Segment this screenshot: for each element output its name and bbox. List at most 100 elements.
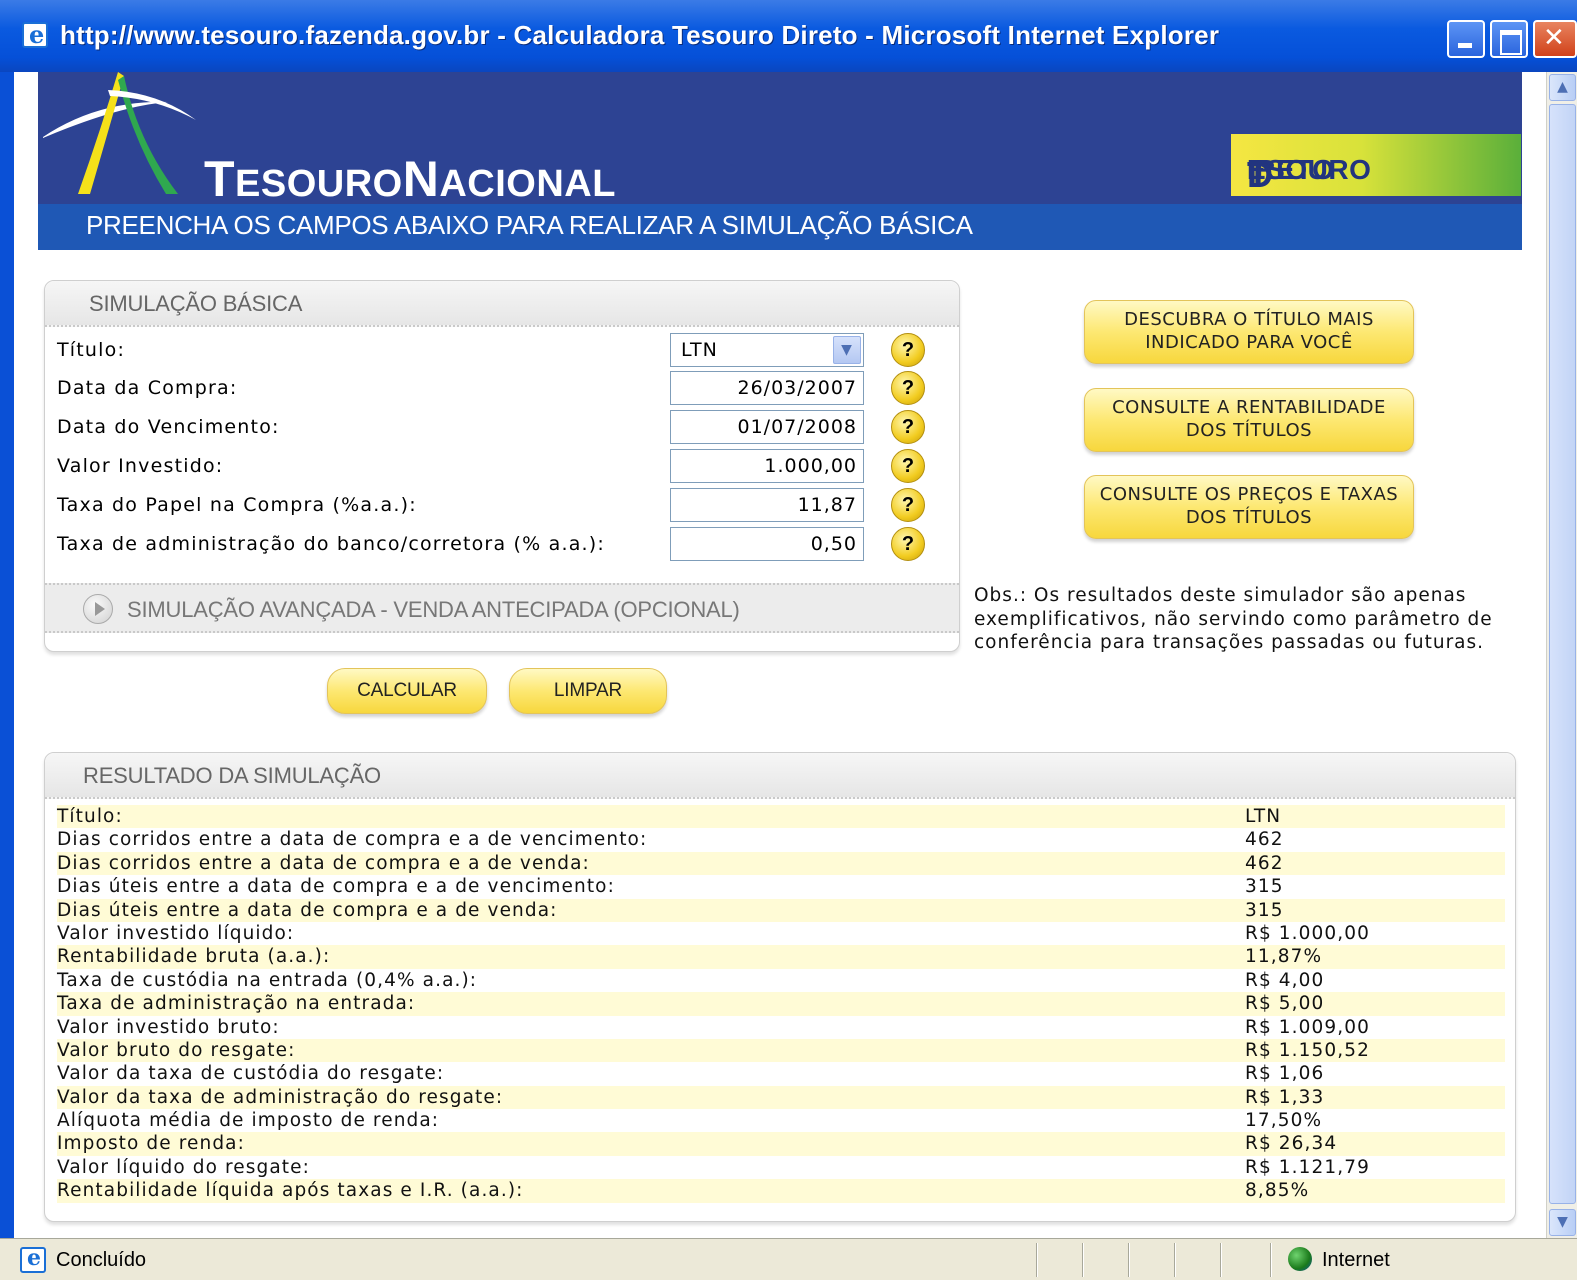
data-vencimento-label: Data do Vencimento: [57,416,280,438]
descubra-titulo-button[interactable]: DESCUBRA O TÍTULO MAIS INDICADO PARA VOC… [1084,300,1414,364]
result-label: Valor bruto do resgate: [57,1039,296,1061]
result-label: Dias corridos entre a data de compra e a… [57,829,648,851]
table-row: Taxa de administração na entrada: R$ 5,00 [57,992,1505,1016]
data-vencimento-input[interactable]: 01/07/2008 [670,410,864,444]
result-label: Imposto de renda: [57,1133,245,1155]
limpar-button[interactable]: LIMPAR [509,668,667,714]
consulte-precos-line1: CONSULTE OS PREÇOS E TAXAS [1099,484,1399,505]
status-divider [1174,1243,1176,1277]
consulte-precos-button[interactable]: CONSULTE OS PREÇOS E TAXAS DOS TÍTULOS [1084,475,1414,539]
result-value: 462 [1245,829,1284,851]
titulo-select[interactable]: LTN ▼ [670,333,864,367]
tesouro-logo-mark [43,72,196,194]
consulte-rentabilidade-button[interactable]: CONSULTE A RENTABILIDADE DOS TÍTULOS [1084,388,1414,452]
status-divider [1220,1243,1222,1277]
result-value: R$ 1.121,79 [1245,1156,1370,1178]
resultado-simulacao-title: RESULTADO DA SIMULAÇÃO [83,763,381,788]
chevron-down-icon[interactable]: ▼ [833,336,861,364]
maximize-button[interactable] [1490,20,1528,58]
taxa-papel-label: Taxa do Papel na Compra (%a.a.): [57,494,417,516]
simulacao-basica-panel: SIMULAÇÃO BÁSICA Título: LTN ▼ ? Data da… [44,280,960,652]
table-row: Alíquota média de imposto de renda: 17,50… [57,1109,1505,1132]
result-label: Valor da taxa de administração do resgat… [57,1086,504,1108]
globe-icon [1288,1247,1312,1271]
result-value: R$ 1.150,52 [1245,1039,1370,1061]
help-icon[interactable]: ? [891,371,925,405]
result-label: Dias úteis entre a data de compra e a de… [57,876,615,898]
scroll-down-icon[interactable]: ▼ [1549,1209,1576,1236]
header-banner: TESOURONACIONAL T ESOURO D IRETO PREENCHA O… [38,72,1522,250]
table-row: Valor investido líquido: R$ 1.000,00 [57,922,1505,945]
simulacao-avancada-toggle[interactable]: SIMULAÇÃO AVANÇADA - VENDA ANTECIPADA (O… [45,583,959,633]
table-row: Valor da taxa de custódia do resgate: R$ … [57,1062,1505,1085]
page-viewport: TESOURONACIONAL T ESOURO D IRETO PREENCHA O… [14,72,1546,1238]
status-divider [1270,1243,1272,1277]
result-label: Dias corridos entre a data de compra e a… [57,852,590,874]
titulo-select-value: LTN [681,339,718,361]
scrollbar-thumb[interactable] [1549,104,1576,1204]
result-value: 315 [1245,876,1284,898]
simulacao-basica-title: SIMULAÇÃO BÁSICA [89,291,303,316]
result-value: R$ 1.009,00 [1245,1016,1370,1038]
table-row: Rentabilidade bruta (a.a.): 11,87% [57,945,1505,969]
descubra-titulo-line2: INDICADO PARA VOCÊ [1145,332,1353,353]
result-label: Dias úteis entre a data de compra e a de… [57,899,558,921]
vertical-scrollbar[interactable]: ▲ ▼ [1546,72,1577,1238]
table-row: Dias corridos entre a data de compra e a… [57,828,1505,851]
result-label: Valor investido líquido: [57,922,295,944]
result-value: R$ 5,00 [1245,993,1325,1015]
scroll-up-icon[interactable]: ▲ [1549,74,1576,101]
help-icon[interactable]: ? [891,410,925,444]
form-row-data-compra: Data da Compra: 26/03/2007 ? [57,371,937,405]
resultado-simulacao-header: RESULTADO DA SIMULAÇÃO [45,753,1515,799]
help-icon[interactable]: ? [891,449,925,483]
result-label: Valor líquido do resgate: [57,1156,310,1178]
result-value: 17,50% [1245,1110,1323,1132]
tesouro-direto-badge: T ESOURO D IRETO [1231,134,1521,196]
table-row: Dias úteis entre a data de compra e a de… [57,875,1505,898]
resultado-simulacao-panel: RESULTADO DA SIMULAÇÃO Título: LTN Dias c… [44,752,1516,1222]
result-value: 462 [1245,852,1284,874]
observation-note: Obs.: Os resultados deste simulador são … [974,585,1493,653]
help-icon[interactable]: ? [891,333,925,367]
status-divider [1128,1243,1130,1277]
data-compra-input[interactable]: 26/03/2007 [670,371,864,405]
page-subtitle: PREENCHA OS CAMPOS ABAIXO PARA REALIZAR … [86,210,973,240]
window-frame-left [0,72,14,1242]
taxa-administracao-input[interactable]: 0,50 [670,527,864,561]
simulacao-avancada-label: SIMULAÇÃO AVANÇADA - VENDA ANTECIPADA (O… [127,597,740,622]
help-icon[interactable]: ? [891,488,925,522]
consulte-rentabilidade-line1: CONSULTE A RENTABILIDADE [1112,397,1386,418]
table-row: Valor líquido do resgate: R$ 1.121,79 [57,1156,1505,1179]
calcular-button[interactable]: CALCULAR [327,668,487,714]
result-value: R$ 1,33 [1245,1086,1325,1108]
valor-investido-input[interactable]: 1.000,00 [670,449,864,483]
form-row-titulo: Título: LTN ▼ ? [57,333,937,367]
close-button[interactable] [1533,20,1577,58]
ie-page-icon [22,20,48,49]
window-titlebar[interactable]: http://www.tesouro.fazenda.gov.br - Calc… [0,0,1577,72]
result-label: Taxa de custódia na entrada (0,4% a.a.): [57,969,478,991]
result-label: Valor investido bruto: [57,1016,280,1038]
result-label: Rentabilidade líquida após taxas e I.R. … [57,1180,524,1202]
table-row: Valor investido bruto: R$ 1.009,00 [57,1016,1505,1039]
table-row: Imposto de renda: R$ 26,34 [57,1132,1505,1156]
form-row-valor-investido: Valor Investido: 1.000,00 ? [57,449,937,483]
status-bar: Concluído Internet [0,1238,1577,1280]
table-row: Valor da taxa de administração do resgat… [57,1085,1505,1110]
form-row-taxa-administracao: Taxa de administração do banco/corretora… [57,527,937,561]
expand-play-icon[interactable] [83,594,113,624]
status-text: Concluído [56,1249,147,1271]
table-row: Dias corridos entre a data de compra e a… [57,851,1505,876]
result-label: Título: [57,806,123,827]
minimize-button[interactable] [1447,20,1485,58]
taxa-administracao-label: Taxa de administração do banco/corretora… [57,533,606,555]
result-label: Valor da taxa de custódia do resgate: [57,1063,445,1085]
status-divider [1036,1243,1038,1277]
result-value: R$ 4,00 [1245,969,1325,991]
result-value: 8,85% [1245,1180,1310,1202]
result-label: Rentabilidade bruta (a.a.): [57,946,331,968]
help-icon[interactable]: ? [891,527,925,561]
taxa-papel-input[interactable]: 11,87 [670,488,864,522]
status-divider [1082,1243,1084,1277]
